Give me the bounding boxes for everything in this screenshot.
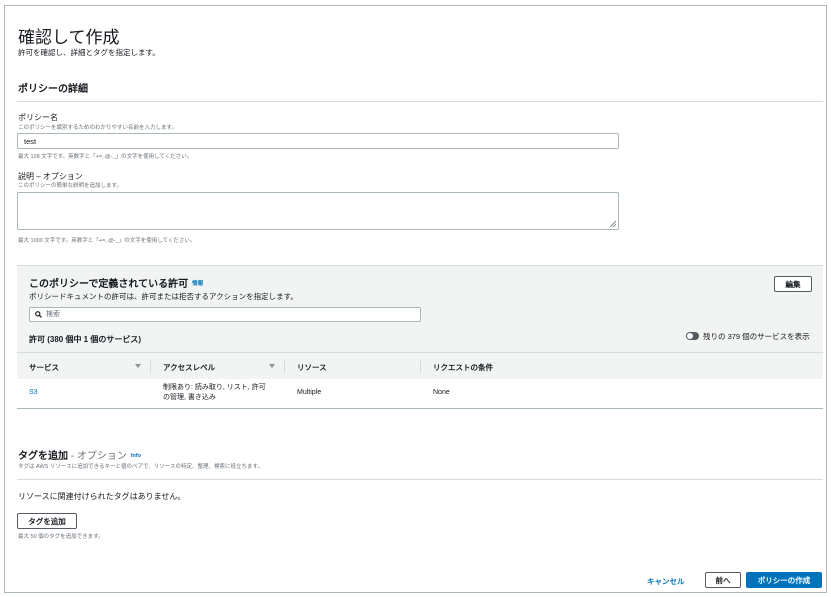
access-level-line: の管理, 書き込み: [163, 394, 216, 401]
permissions-search[interactable]: [29, 307, 421, 322]
policy-name-input[interactable]: [17, 133, 619, 149]
permissions-title-text: このポリシーで定義されている許可: [29, 279, 189, 290]
access-level-cell: 制限あり: 読み取り, リスト, 許可 の管理, 書き込み: [163, 383, 266, 403]
previous-button[interactable]: 前へ: [705, 572, 741, 588]
page-subtitle: 許可を確認し、詳細とタグを指定します。: [18, 48, 160, 57]
description-help: このポリシーの簡単な説明を追加します。: [18, 183, 122, 189]
search-input[interactable]: [46, 308, 406, 321]
tags-description: タグは AWS リソースに追加できるキーと値のペアで、リソースの特定、整理、検索…: [18, 464, 263, 470]
condition-cell: None: [433, 389, 450, 396]
column-divider: [420, 360, 421, 373]
column-header-service[interactable]: サービス: [29, 362, 59, 373]
permissions-subtitle: ポリシードキュメントの許可は、許可または拒否するアクションを指定します。: [29, 292, 298, 301]
edit-button[interactable]: 編集: [774, 276, 812, 292]
table-header: サービス アクセスレベル リソース リクエストの条件: [17, 352, 823, 380]
page-title: 確認して作成: [18, 28, 120, 47]
table-row: S3 制限あり: 読み取り, リスト, 許可 の管理, 書き込み Multipl…: [17, 379, 823, 409]
add-tag-button[interactable]: タグを追加: [17, 513, 77, 529]
tags-divider: [17, 479, 823, 480]
policy-details-title: ポリシーの詳細: [18, 84, 88, 95]
policy-name-label: ポリシー名: [18, 113, 58, 122]
column-divider: [284, 360, 285, 373]
tags-title: タグを追加 - オプション Info: [18, 447, 141, 462]
description-textarea[interactable]: [17, 192, 619, 230]
show-remaining-label: 残りの 379 個のサービスを表示: [703, 332, 810, 341]
column-header-resource[interactable]: リソース: [297, 362, 327, 373]
sort-caret-icon[interactable]: [269, 364, 275, 368]
search-icon: [35, 311, 42, 318]
resource-cell: Multiple: [297, 389, 322, 396]
description-hint: 最大 1000 文字です。英数字と「+=,.@-_」の文字を使用してください。: [18, 238, 196, 244]
tags-title-text: タグを追加: [18, 451, 68, 462]
section-divider: [17, 101, 823, 102]
tags-hint: 最大 50 個のタグを追加できます。: [18, 534, 104, 540]
no-tags-text: リソースに関連付けられたタグはありません。: [18, 492, 186, 501]
tags-info-link[interactable]: Info: [131, 453, 141, 459]
access-level-line: 制限あり: 読み取り, リスト, 許可: [163, 384, 266, 391]
policy-name-description: このポリシーを識別するためのわかりやすい名前を入力します。: [18, 125, 177, 131]
resize-grip-icon[interactable]: [610, 221, 616, 227]
column-divider: [150, 360, 151, 373]
sort-caret-icon[interactable]: [135, 364, 141, 368]
create-policy-button[interactable]: ポリシーの作成: [746, 572, 822, 588]
permissions-title: このポリシーで定義されている許可 情報: [29, 275, 203, 290]
permissions-info-link[interactable]: 情報: [192, 281, 203, 287]
column-header-access-level[interactable]: アクセスレベル: [163, 362, 215, 373]
cancel-button[interactable]: キャンセル: [647, 576, 685, 587]
permissions-count: 許可 (380 個中 1 個のサービス): [29, 335, 142, 344]
policy-name-hint: 最大 128 文字です。英数字と「+=,.@-_」の文字を使用してください。: [18, 154, 193, 160]
show-remaining-toggle[interactable]: [686, 332, 699, 340]
tags-optional-label: - オプション: [68, 451, 127, 462]
service-link[interactable]: S3: [29, 389, 38, 396]
column-header-condition[interactable]: リクエストの条件: [433, 362, 493, 373]
